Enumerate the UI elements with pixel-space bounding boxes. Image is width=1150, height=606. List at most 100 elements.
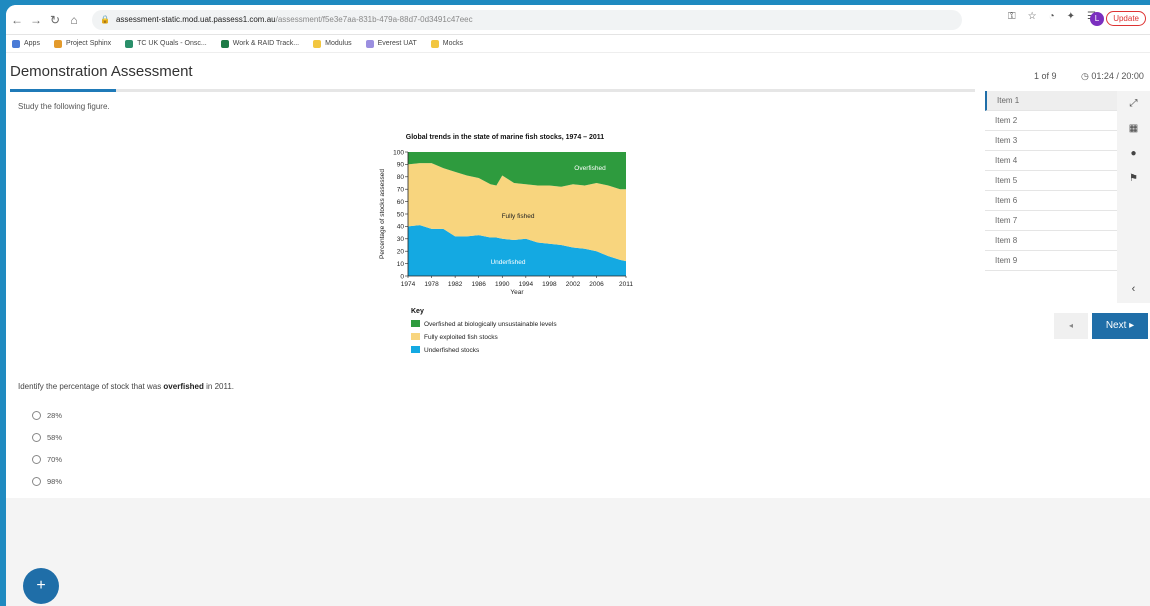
page-title: Demonstration Assessment [10, 63, 193, 80]
legend-title: Key [411, 308, 424, 315]
x-tick-label: 1994 [519, 281, 534, 288]
x-tick-label: 1982 [448, 281, 463, 288]
url-host: assessment-static.mod.uat.passess1.com.a… [115, 15, 276, 24]
y-tick-label: 80 [397, 174, 405, 181]
drive-icon [53, 39, 62, 48]
option-28[interactable]: 28% [32, 404, 62, 426]
radio-button[interactable] [32, 410, 41, 420]
option-label: 28% [47, 410, 63, 420]
bookmarks-bar: Apps Project Sphinx TC UK Quals - Onsc..… [6, 35, 1150, 53]
home-icon[interactable]: ⌂ [66, 13, 82, 27]
forward-icon[interactable]: → [28, 13, 44, 27]
option-98[interactable]: 98% [32, 470, 62, 492]
radio-button[interactable] [32, 476, 41, 486]
browser-toolbar: ← → ↻ ⌂ 🔒 assessment-static.mod.uat.pass… [6, 5, 1150, 35]
bookmark-label: Project Sphinx [65, 40, 112, 47]
key-icon[interactable]: ⚿ [1008, 11, 1016, 22]
timer-value: 01:24 / 20:00 [1091, 71, 1144, 81]
x-tick-label: 1986 [471, 281, 486, 288]
item-4[interactable]: Item 4 [985, 151, 1117, 171]
bookmark-label: Mocks [442, 40, 463, 47]
x-axis-label: Year [510, 289, 524, 296]
y-tick-label: 100 [393, 149, 404, 156]
legend-swatch [411, 333, 420, 340]
bookmark-project-sphinx[interactable]: Project Sphinx [53, 39, 112, 48]
clock-icon: ◷ [1081, 71, 1092, 81]
progress-fill [10, 89, 117, 92]
site-icon [125, 39, 134, 48]
next-button[interactable]: Next ▸ [1092, 313, 1148, 339]
reload-icon[interactable]: ↻ [47, 13, 63, 27]
item-5[interactable]: Item 5 [985, 171, 1117, 191]
radio-button[interactable] [32, 454, 41, 464]
bookmark-modulus[interactable]: Modulus [313, 39, 352, 48]
address-bar[interactable]: 🔒 assessment-static.mod.uat.passess1.com… [92, 9, 962, 30]
radio-button[interactable] [32, 432, 41, 442]
item-8[interactable]: Item 8 [985, 231, 1117, 251]
option-label: 98% [47, 476, 63, 486]
x-tick-label: 1990 [495, 281, 510, 288]
question-stem: Identify the percentage of stock that wa… [18, 382, 234, 391]
question-panel: Study the following figure. Global trend… [18, 102, 978, 486]
stem-emphasis: overfished [163, 382, 204, 391]
folder-icon [430, 39, 439, 48]
stem-text: in 2011. [203, 382, 234, 391]
y-tick-label: 40 [397, 224, 405, 231]
flag-icon[interactable]: ⚑ [1117, 166, 1150, 191]
x-tick-label: 1998 [542, 281, 557, 288]
apps-grid-icon [12, 39, 20, 48]
option-58[interactable]: 58% [32, 426, 62, 448]
puzzle-icon[interactable]: ✦ [1067, 11, 1075, 22]
profile-avatar[interactable]: L [1090, 12, 1104, 26]
y-axis-label: Percentage of stocks assessed [379, 169, 386, 259]
update-button[interactable]: Update [1106, 11, 1146, 26]
y-tick-label: 70 [397, 187, 405, 194]
item-3[interactable]: Item 3 [985, 131, 1117, 151]
legend-label: Overfished at biologically unsustainable… [424, 321, 557, 328]
bookmark-apps[interactable]: Apps [12, 39, 40, 48]
assessment-header: Demonstration Assessment 1 of 9 ◷ 01:24 … [6, 54, 1150, 94]
y-tick-label: 30 [397, 236, 405, 243]
item-navigator: Item 1 Item 2 Item 3 Item 4 Item 5 Item … [985, 91, 1117, 271]
add-button[interactable]: + [23, 568, 59, 604]
bookmark-label: Modulus [325, 40, 352, 47]
item-9[interactable]: Item 9 [985, 251, 1117, 271]
answer-options: 28% 58% 70% 98% [32, 404, 62, 492]
item-6[interactable]: Item 6 [985, 191, 1117, 211]
info-icon[interactable]: ● [1117, 141, 1150, 166]
y-tick-label: 20 [397, 249, 405, 256]
collapse-sidebar-button[interactable]: ‹ [1117, 277, 1150, 301]
y-tick-label: 50 [397, 211, 405, 218]
area-label: Underfished [490, 259, 525, 266]
option-label: 70% [47, 454, 63, 464]
star-icon[interactable]: ☆ [1028, 11, 1037, 22]
option-70[interactable]: 70% [32, 448, 62, 470]
item-2[interactable]: Item 2 [985, 111, 1117, 131]
bookmark-tc-uk-quals[interactable]: TC UK Quals - Onsc... [125, 39, 207, 48]
calculator-icon[interactable]: ▦ [1117, 116, 1150, 141]
bookmark-mocks[interactable]: Mocks [430, 39, 463, 48]
legend-swatch [411, 320, 420, 327]
question-prompt: Study the following figure. [18, 102, 110, 111]
excel-icon [220, 39, 229, 48]
item-1[interactable]: Item 1 [985, 91, 1117, 111]
bookmark-everest-uat[interactable]: Everest UAT [365, 39, 417, 48]
area-label: Fully fished [502, 213, 535, 220]
browser-window: ← → ↻ ⌂ 🔒 assessment-static.mod.uat.pass… [6, 5, 1150, 606]
bookmark-label: Work & RAID Track... [232, 40, 300, 47]
footer-area [6, 498, 1150, 606]
fullscreen-icon[interactable]: ⤢ [1117, 91, 1150, 116]
folder-icon [313, 39, 322, 48]
x-tick-label: 2006 [589, 281, 604, 288]
back-icon[interactable]: ← [9, 13, 25, 27]
stem-text: Identify the percentage of stock that wa… [18, 382, 164, 391]
previous-button[interactable]: ◂ [1054, 313, 1088, 339]
item-7[interactable]: Item 7 [985, 211, 1117, 231]
item-counter: 1 of 9 [1034, 71, 1057, 81]
extension-icon[interactable]: ◔ [1049, 11, 1055, 22]
bookmark-work-raid[interactable]: Work & RAID Track... [220, 39, 300, 48]
chart-title: Global trends in the state of marine fis… [406, 134, 605, 141]
legend-swatch [411, 346, 420, 353]
x-tick-label: 2011 [619, 281, 633, 288]
y-tick-label: 10 [397, 261, 405, 268]
